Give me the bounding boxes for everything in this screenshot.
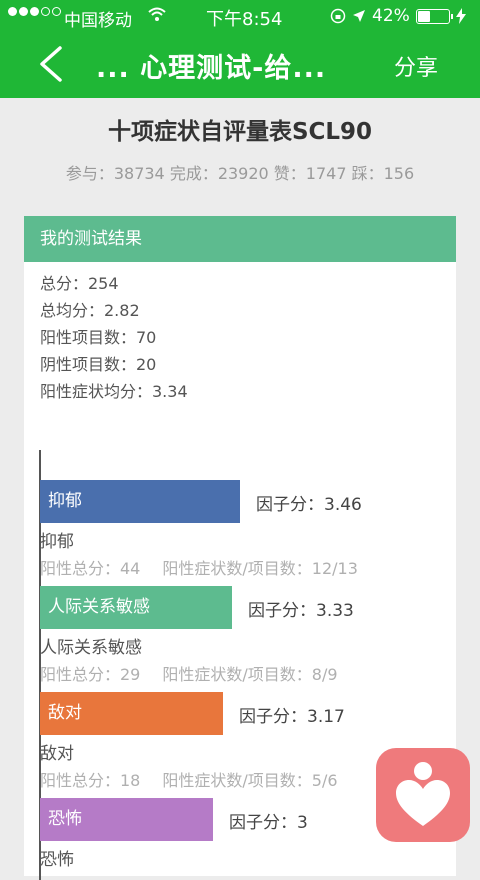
total-score: 总分：254 (40, 274, 119, 293)
factor-name: 恐怖 (40, 850, 74, 870)
navigation-bar: ... 心理测试-给... 分享 (0, 32, 480, 98)
location-arrow-icon (353, 10, 365, 22)
page-title-nav: ... 心理测试-给... (96, 53, 327, 84)
status-bar: 中国移动 下午8:54 42% (0, 0, 480, 32)
factor-bar: 恐怖 (40, 798, 213, 841)
rotation-lock-icon (330, 8, 346, 24)
factor-score: 因子分：3.46 (256, 495, 362, 515)
factor-bar: 人际关系敏感 (40, 586, 232, 629)
share-button[interactable]: 分享 (394, 50, 438, 82)
positive-symptom-average: 阳性症状均分：3.34 (40, 382, 188, 401)
carrier-name: 中国移动 (64, 11, 132, 31)
result-summary: 总分：254 总均分：2.82 阳性项目数：70 阴性项目数：20 阳性症状均分… (40, 270, 188, 405)
result-header: 我的测试结果 (24, 216, 456, 262)
positive-total: 阳性总分：29 (40, 665, 141, 684)
factor-name: 敌对 (40, 744, 74, 764)
test-stats: 参与：38734 完成：23920 赞：1747 踩：156 (65, 164, 415, 183)
back-chevron-icon[interactable] (36, 46, 66, 82)
battery-icon (415, 8, 453, 24)
positive-ratio: 阳性症状数/项目数：5/6 (162, 771, 338, 790)
positive-ratio: 阳性症状数/项目数：8/9 (162, 665, 338, 684)
factor-detail: 阳性总分：44 阳性症状数/项目数：12/13 (40, 555, 358, 579)
factor-name: 人际关系敏感 (40, 638, 142, 658)
factor-detail: 阳性总分：18 阳性症状数/项目数：5/6 (40, 767, 338, 791)
factor-score: 因子分：3 (229, 813, 308, 833)
wifi-icon (148, 7, 166, 21)
average-score: 总均分：2.82 (40, 301, 140, 320)
positive-total: 阳性总分：18 (40, 771, 141, 790)
charging-icon (455, 8, 466, 24)
positive-total: 阳性总分：44 (40, 559, 141, 578)
factor-score: 因子分：3.33 (248, 601, 354, 621)
clock: 下午8:54 (206, 9, 283, 30)
signal-strength-icon (8, 7, 63, 16)
negative-item-count: 阴性项目数：20 (40, 355, 157, 374)
positive-item-count: 阳性项目数：70 (40, 328, 157, 347)
factor-bar: 抑郁 (40, 480, 240, 523)
factor-score: 因子分：3.17 (239, 707, 345, 727)
page-title: 十项症状自评量表SCL90 (107, 119, 373, 145)
factor-detail: 阳性总分：29 阳性症状数/项目数：8/9 (40, 661, 338, 685)
factor-name: 抑郁 (40, 532, 74, 552)
floating-action-button[interactable] (376, 748, 470, 842)
positive-ratio: 阳性症状数/项目数：12/13 (162, 559, 358, 578)
battery-percent: 42% (372, 6, 410, 26)
heart-person-icon (396, 762, 450, 826)
factor-bar: 敌对 (40, 692, 223, 735)
